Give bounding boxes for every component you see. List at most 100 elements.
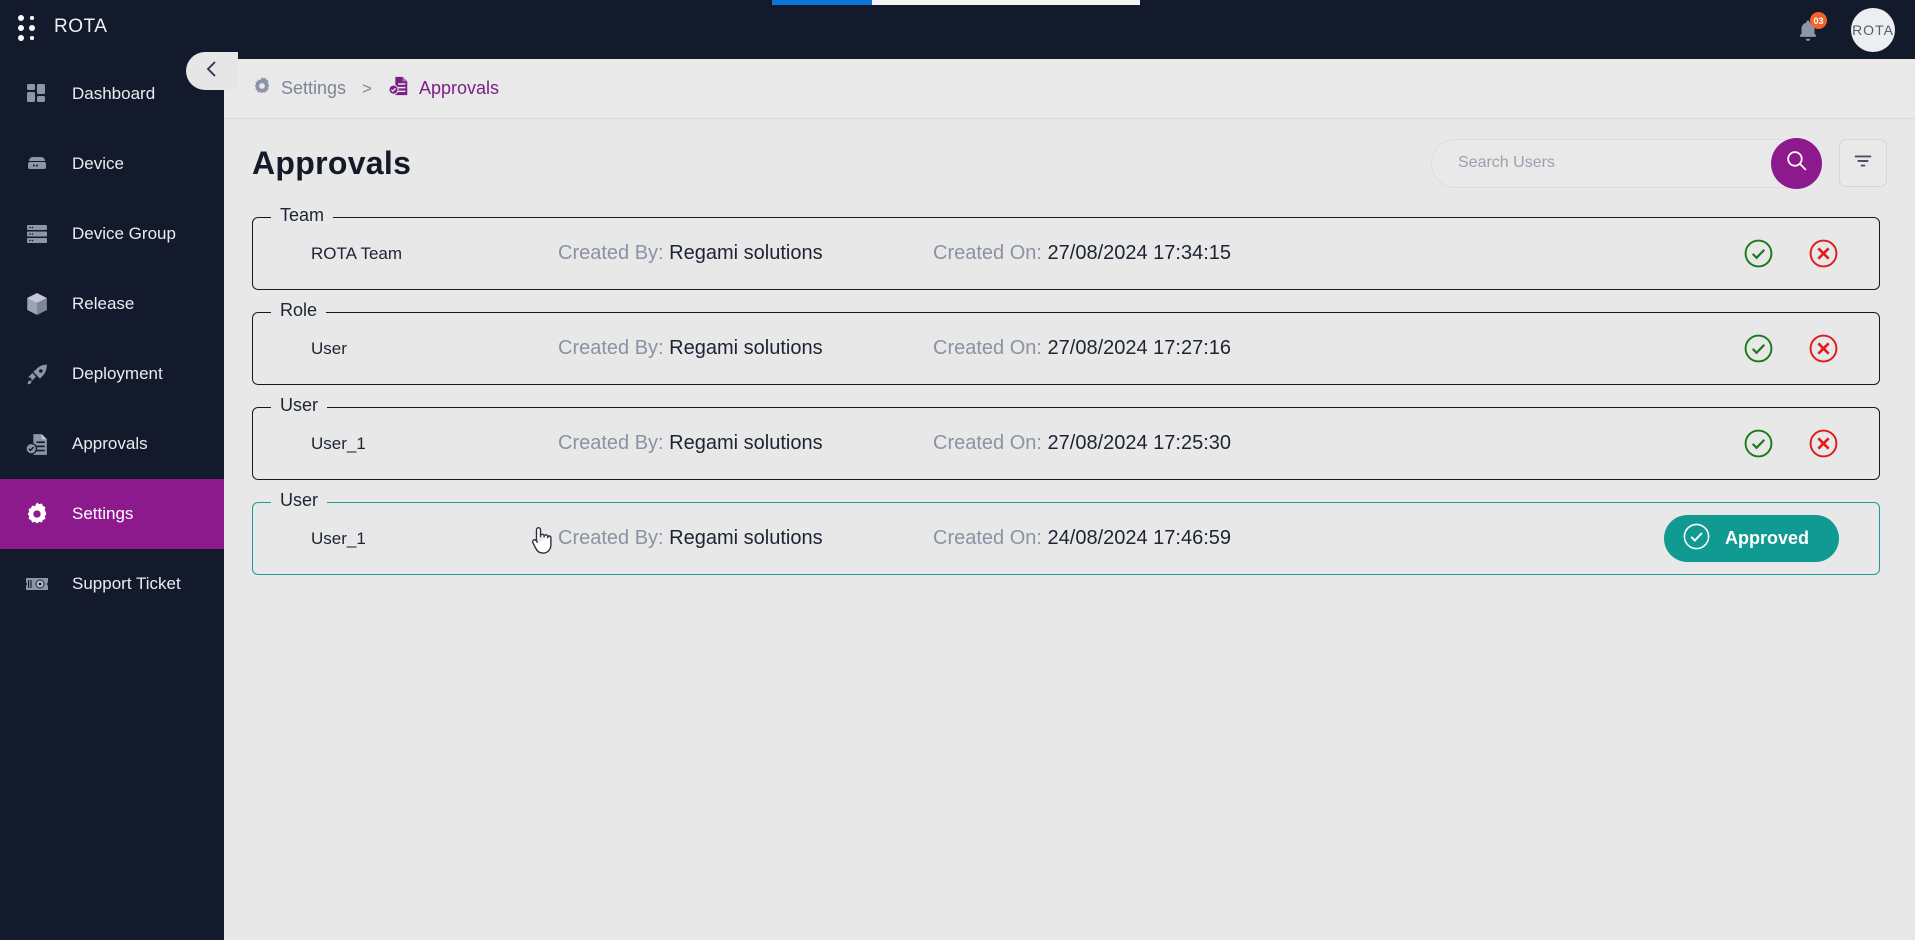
row-type-legend: Team bbox=[271, 205, 334, 226]
gear-icon bbox=[22, 499, 52, 529]
search-box bbox=[1431, 137, 1822, 189]
brand-name: ROTA bbox=[54, 16, 108, 37]
notification-badge: 03 bbox=[1810, 12, 1827, 29]
created-on-label: Created On: bbox=[933, 527, 1042, 549]
created-on-value: 27/08/2024 17:34:15 bbox=[1047, 242, 1232, 264]
breadcrumb-label: Settings bbox=[281, 78, 347, 98]
row-actions bbox=[1743, 333, 1853, 364]
close-circle-icon[interactable] bbox=[1808, 428, 1839, 459]
row-created-by: Created By: Regami solutions bbox=[558, 242, 933, 265]
row-name: ROTA Team bbox=[311, 243, 403, 263]
gear-icon bbox=[252, 76, 272, 101]
created-on-label: Created On: bbox=[933, 337, 1042, 359]
row-actions: Approved bbox=[1663, 515, 1853, 562]
sidebar-item-label: Deployment bbox=[72, 364, 163, 383]
table-row: Role User Created By: Regami solutions C… bbox=[252, 300, 1880, 385]
search-icon bbox=[1784, 148, 1809, 178]
dot-grid-icon bbox=[18, 12, 40, 42]
row-name: User_1 bbox=[311, 528, 366, 548]
row-type-legend: User bbox=[271, 490, 328, 511]
search-input[interactable] bbox=[1432, 154, 1820, 172]
chevron-left-icon bbox=[204, 59, 220, 84]
sidebar-item-label: Approvals bbox=[72, 434, 148, 453]
table-row: User User_1 Created By: Regami solutions… bbox=[252, 395, 1880, 480]
sidebar-item-label: Support Ticket bbox=[72, 574, 181, 593]
top-bar-actions: 03 ROTA bbox=[1793, 8, 1895, 52]
avatar[interactable]: ROTA bbox=[1851, 8, 1895, 52]
approved-status-button[interactable]: Approved bbox=[1663, 515, 1839, 562]
row-created-on: Created On: 24/08/2024 17:46:59 bbox=[933, 527, 1664, 550]
created-by-value: Regami solutions bbox=[669, 432, 823, 454]
row-type-legend: Role bbox=[271, 300, 327, 321]
ticket-icon bbox=[22, 569, 52, 599]
row-actions bbox=[1743, 428, 1853, 459]
top-bar: ROTA 03 ROTA bbox=[0, 0, 1915, 59]
sidebar: Dashboard Device Device Group Release De… bbox=[0, 59, 224, 940]
close-circle-icon[interactable] bbox=[1808, 333, 1839, 364]
created-by-value: Regami solutions bbox=[669, 337, 823, 359]
row-created-on: Created On: 27/08/2024 17:25:30 bbox=[933, 432, 1743, 455]
sidebar-item-approvals[interactable]: Approvals bbox=[0, 409, 224, 479]
sidebar-collapse-button[interactable] bbox=[186, 52, 238, 90]
row-created-on: Created On: 27/08/2024 17:27:16 bbox=[933, 337, 1743, 360]
row-created-by: Created By: Regami solutions bbox=[558, 337, 933, 360]
sidebar-item-label: Settings bbox=[72, 504, 134, 523]
sidebar-item-label: Device Group bbox=[72, 224, 176, 243]
sidebar-item-label: Dashboard bbox=[72, 84, 156, 103]
sidebar-item-support-ticket[interactable]: Support Ticket bbox=[0, 549, 224, 619]
row-name: User bbox=[311, 338, 347, 358]
created-by-value: Regami solutions bbox=[669, 242, 823, 264]
check-circle-icon[interactable] bbox=[1743, 428, 1774, 459]
page-load-progress-fill bbox=[772, 0, 872, 5]
device-icon bbox=[22, 149, 52, 179]
breadcrumb-separator: > bbox=[362, 78, 372, 98]
page-load-progress bbox=[772, 0, 1140, 5]
sidebar-item-release[interactable]: Release bbox=[0, 269, 224, 339]
search-button[interactable] bbox=[1771, 137, 1822, 189]
main-content: Settings > Approvals Approvals Search Us… bbox=[224, 59, 1915, 940]
created-on-value: 24/08/2024 17:46:59 bbox=[1047, 527, 1232, 549]
device-group-icon bbox=[22, 219, 52, 249]
close-circle-icon[interactable] bbox=[1808, 238, 1839, 269]
row-name: User_1 bbox=[311, 433, 366, 453]
sidebar-item-device[interactable]: Device bbox=[0, 129, 224, 199]
created-by-label: Created By: bbox=[558, 432, 664, 454]
check-circle-icon[interactable] bbox=[1743, 333, 1774, 364]
notifications-button[interactable]: 03 bbox=[1793, 12, 1827, 46]
row-type-legend: User bbox=[271, 395, 328, 416]
page-title: Approvals bbox=[252, 144, 412, 181]
sidebar-item-label: Device bbox=[72, 154, 124, 173]
row-actions bbox=[1743, 238, 1853, 269]
check-circle-icon[interactable] bbox=[1743, 238, 1774, 269]
table-row: Team ROTA Team Created By: Regami soluti… bbox=[252, 205, 1880, 290]
breadcrumb-item-approvals[interactable]: Approvals bbox=[388, 75, 499, 102]
approvals-doc-icon bbox=[22, 429, 52, 459]
sidebar-item-device-group[interactable]: Device Group bbox=[0, 199, 224, 269]
created-on-value: 27/08/2024 17:25:30 bbox=[1047, 432, 1232, 454]
app-root: ROTA 03 ROTA Dashboard Device Device Gro… bbox=[0, 0, 1915, 940]
sidebar-item-settings[interactable]: Settings bbox=[0, 479, 224, 549]
created-by-label: Created By: bbox=[558, 337, 664, 359]
brand[interactable]: ROTA bbox=[18, 12, 107, 42]
sidebar-item-deployment[interactable]: Deployment bbox=[0, 339, 224, 409]
created-by-value: Regami solutions bbox=[669, 527, 823, 549]
sidebar-item-label: Release bbox=[72, 294, 135, 313]
row-created-on: Created On: 27/08/2024 17:34:15 bbox=[933, 242, 1743, 265]
breadcrumb: Settings > Approvals bbox=[224, 59, 1915, 119]
approved-label: Approved bbox=[1724, 528, 1809, 548]
check-circle-icon bbox=[1682, 522, 1711, 556]
created-on-label: Created On: bbox=[933, 242, 1042, 264]
release-box-icon bbox=[22, 289, 52, 319]
filter-icon bbox=[1852, 150, 1874, 177]
header-tools bbox=[1431, 137, 1887, 189]
breadcrumb-item-settings[interactable]: Settings bbox=[252, 76, 346, 101]
created-on-value: 27/08/2024 17:27:16 bbox=[1047, 337, 1232, 359]
dashboard-icon bbox=[22, 79, 52, 109]
approvals-doc-icon bbox=[388, 75, 410, 102]
filter-button[interactable] bbox=[1839, 139, 1887, 187]
created-by-label: Created By: bbox=[558, 527, 664, 549]
row-created-by: Created By: Regami solutions bbox=[558, 432, 933, 455]
created-on-label: Created On: bbox=[933, 432, 1042, 454]
page-header: Approvals bbox=[224, 119, 1915, 207]
breadcrumb-label: Approvals bbox=[418, 78, 500, 98]
